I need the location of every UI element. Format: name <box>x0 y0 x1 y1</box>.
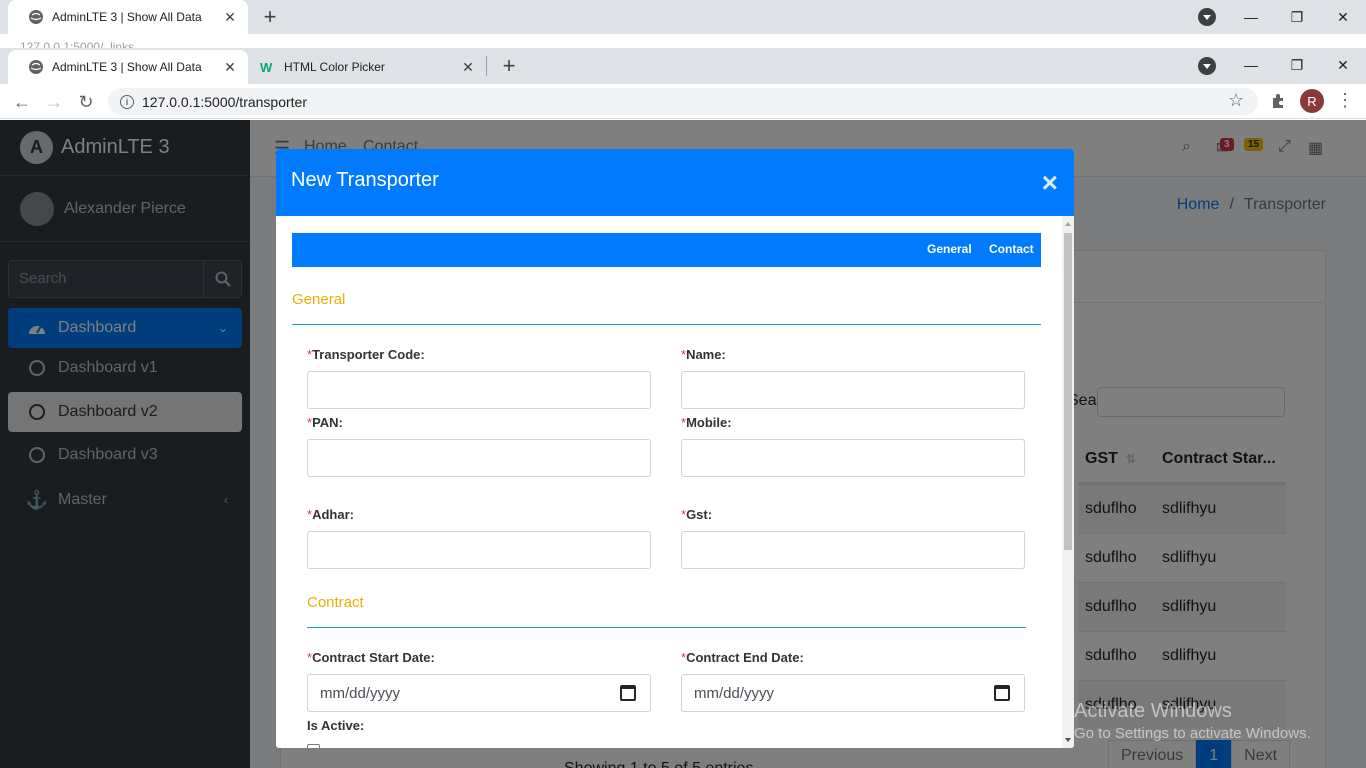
url-field[interactable]: i 127.0.0.1:5000/transporter <box>108 88 1258 115</box>
reload-icon[interactable]: ↻ <box>74 90 98 114</box>
close-tab-icon[interactable]: ✕ <box>222 9 238 25</box>
watermark-line-1: Activate Windows <box>1074 700 1232 722</box>
back-window-tabbar: AdminLTE 3 | Show All Data ✕ + — ❐ ✕ <box>0 0 1366 34</box>
tab-title: AdminLTE 3 | Show All Data <box>52 60 202 74</box>
nav-link-general[interactable]: General <box>927 242 972 256</box>
site-info-icon[interactable]: i <box>120 94 134 109</box>
restore-icon[interactable]: ❐ <box>1274 48 1320 82</box>
tab-title: HTML Color Picker <box>284 60 385 74</box>
windows-activation-watermark: Activate Windows Go to Settings to activ… <box>1074 700 1311 742</box>
back-window-address-strip: 127.0.0.1:5000/..links <box>0 34 1366 48</box>
label-contract-end-date: *Contract End Date: <box>681 650 804 665</box>
globe-icon <box>28 59 44 75</box>
name-input[interactable] <box>681 371 1025 409</box>
contract-end-date-input[interactable]: mm/dd/yyyy <box>681 674 1025 712</box>
contract-start-date-input[interactable]: mm/dd/yyyy <box>307 674 651 712</box>
is-active-checkbox[interactable] <box>307 744 320 748</box>
back-window-tab[interactable]: AdminLTE 3 | Show All Data ✕ <box>8 0 248 34</box>
modal-header: New Transporter × <box>276 149 1074 216</box>
label-pan: *PAN: <box>307 415 343 430</box>
w3schools-icon: W <box>260 59 276 75</box>
date-placeholder: mm/dd/yyyy <box>320 684 401 702</box>
section-title-general: General <box>292 291 346 308</box>
transporter-code-input[interactable] <box>307 371 651 409</box>
label-contract-start-date: *Contract Start Date: <box>307 650 435 665</box>
tab-search-icon[interactable] <box>1198 8 1216 26</box>
label-name: *Name: <box>681 347 726 362</box>
calendar-icon[interactable] <box>620 685 636 701</box>
url-text: 127.0.0.1:5000/transporter <box>142 93 308 110</box>
close-window-icon[interactable]: ✕ <box>1320 0 1366 34</box>
close-icon[interactable]: × <box>1042 169 1058 197</box>
section-title-contract: Contract <box>307 594 364 611</box>
menu-kebab-icon[interactable]: ⋮ <box>1336 90 1354 111</box>
mobile-input[interactable] <box>681 439 1025 477</box>
adhar-input[interactable] <box>307 531 651 569</box>
section-divider <box>292 324 1041 325</box>
date-placeholder: mm/dd/yyyy <box>694 684 775 702</box>
nav-link-contact[interactable]: Contact <box>989 242 1034 256</box>
gst-input[interactable] <box>681 531 1025 569</box>
label-transporter-code: *Transporter Code: <box>307 347 425 362</box>
tab-search-icon[interactable] <box>1198 57 1216 75</box>
restore-icon[interactable]: ❐ <box>1274 0 1320 34</box>
label-is-active: Is Active: <box>307 718 365 733</box>
back-arrow-icon[interactable]: ← <box>10 90 34 114</box>
address-bar: ← → ↻ i 127.0.0.1:5000/transporter ☆ R ⋮ <box>0 84 1366 119</box>
modal-scrollbar[interactable] <box>1062 216 1074 748</box>
new-tab-icon[interactable]: + <box>256 3 284 31</box>
minimize-icon[interactable]: — <box>1228 48 1274 82</box>
bookmark-star-icon[interactable]: ☆ <box>1228 90 1244 111</box>
minimize-icon[interactable]: — <box>1228 0 1274 34</box>
tab-color-picker[interactable]: W HTML Color Picker ✕ <box>248 50 486 84</box>
new-transporter-modal: New Transporter × General Contact Genera… <box>276 149 1074 748</box>
label-gst: *Gst: <box>681 507 713 522</box>
modal-body: General Contact General *Transporter Cod… <box>276 216 1062 748</box>
svg-text:W: W <box>260 60 273 75</box>
tab-adminlte[interactable]: AdminLTE 3 | Show All Data ✕ <box>8 50 248 84</box>
close-window-icon[interactable]: ✕ <box>1320 48 1366 82</box>
close-tab-icon[interactable]: ✕ <box>460 59 476 75</box>
calendar-icon[interactable] <box>994 685 1010 701</box>
section-divider <box>307 627 1026 628</box>
scroll-down-arrow-icon[interactable] <box>1065 738 1071 742</box>
label-adhar: *Adhar: <box>307 507 354 522</box>
new-tab-icon[interactable]: + <box>495 52 523 80</box>
scrollbar-thumb[interactable] <box>1064 233 1072 550</box>
close-tab-icon[interactable]: ✕ <box>222 59 238 75</box>
extensions-puzzle-icon[interactable] <box>1270 92 1288 110</box>
modal-title: New Transporter <box>291 169 439 191</box>
form-section-nav: General Contact <box>292 233 1041 267</box>
scroll-up-arrow-icon[interactable] <box>1065 222 1071 226</box>
forward-arrow-icon[interactable]: → <box>42 90 66 114</box>
pan-input[interactable] <box>307 439 651 477</box>
label-mobile: *Mobile: <box>681 415 732 430</box>
globe-icon <box>28 9 44 25</box>
profile-avatar[interactable]: R <box>1300 89 1324 113</box>
tab-title: AdminLTE 3 | Show All Data <box>52 10 202 24</box>
watermark-line-2: Go to Settings to activate Windows. <box>1074 725 1311 742</box>
tab-separator <box>486 56 487 76</box>
back-window-url: 127.0.0.1:5000/..links <box>20 40 135 48</box>
tabbar: AdminLTE 3 | Show All Data ✕ W HTML Colo… <box>0 48 1366 84</box>
